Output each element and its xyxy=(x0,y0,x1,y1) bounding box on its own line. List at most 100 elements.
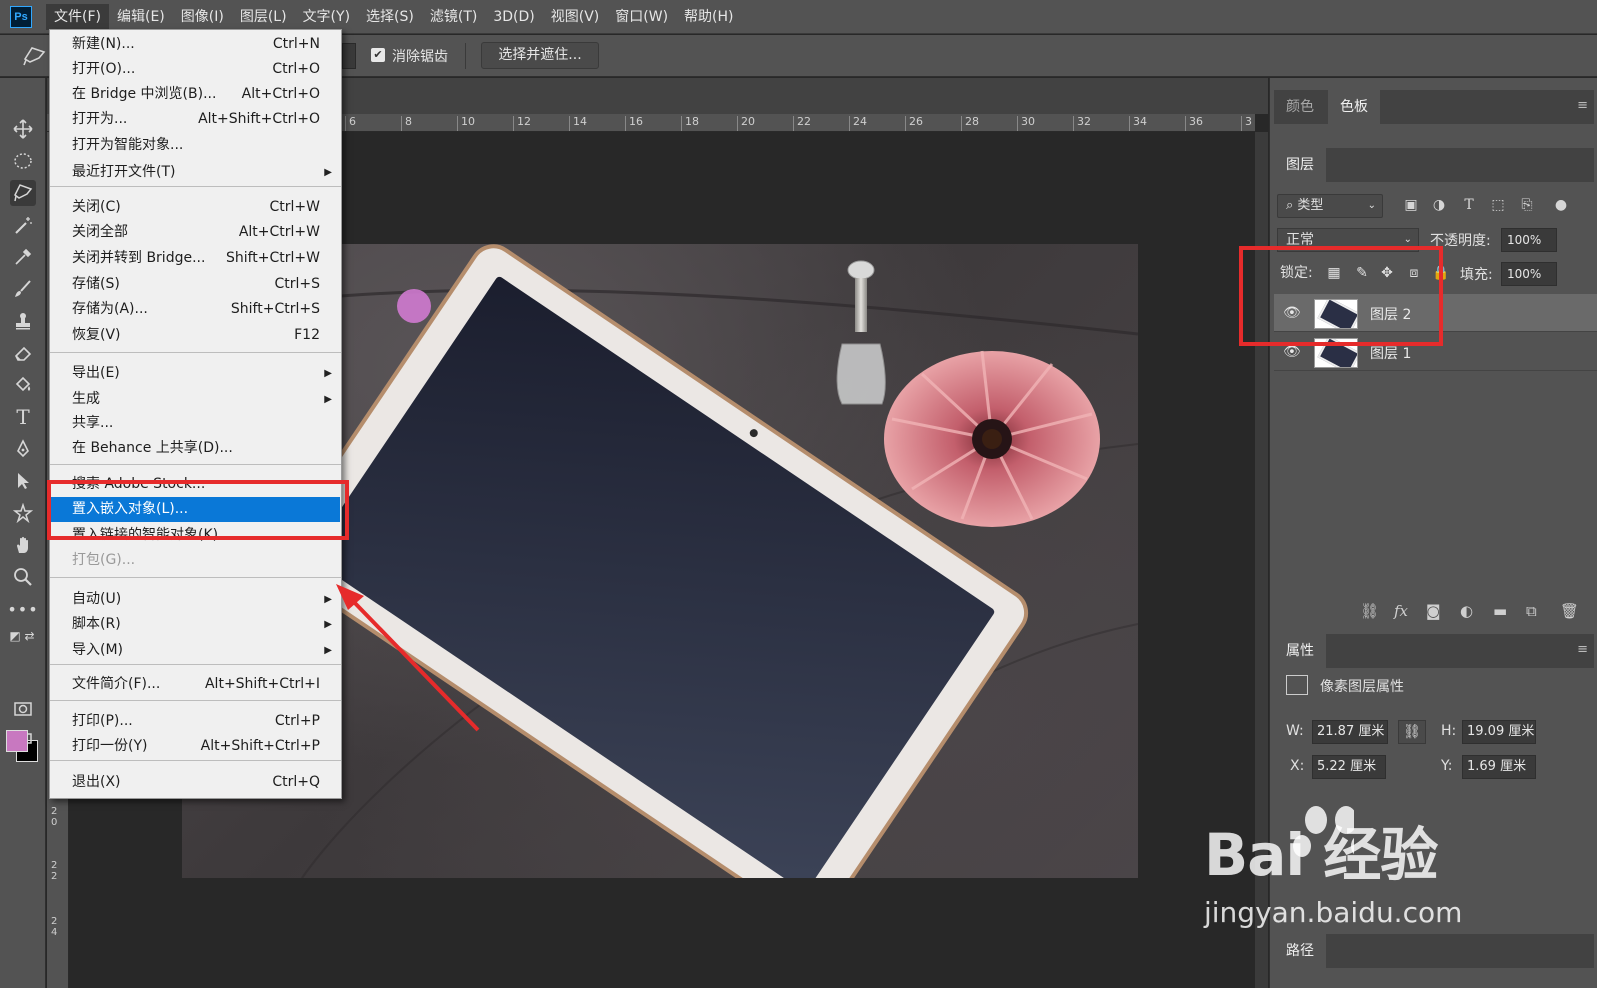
x-input[interactable]: 5.22 厘米 xyxy=(1312,755,1386,779)
ruler-tick: 24 xyxy=(849,116,867,131)
file-menu-item[interactable]: 共享... xyxy=(51,411,340,436)
type-filter-icon[interactable]: T xyxy=(1460,196,1478,214)
file-menu-item[interactable]: 打开为... Alt+Shift+Ctrl+O xyxy=(51,107,340,132)
ruler-tick: 22 xyxy=(793,116,811,131)
panel-menu-icon[interactable]: ≡ xyxy=(1577,98,1588,113)
path-select-icon[interactable] xyxy=(10,468,36,494)
properties-type-label: 像素图层属性 xyxy=(1320,679,1404,695)
paint-bucket-icon[interactable] xyxy=(10,372,36,398)
menu-item-shortcut: Ctrl+W xyxy=(269,199,320,215)
feather-field[interactable] xyxy=(342,43,356,69)
hand-icon[interactable] xyxy=(10,532,36,558)
shape-filter-icon[interactable]: ⬚ xyxy=(1489,196,1507,214)
tab-swatches[interactable]: 色板 xyxy=(1328,90,1380,124)
add-mask-icon[interactable]: ◙ xyxy=(1426,602,1441,620)
zoom-icon[interactable] xyxy=(10,564,36,590)
menu-top-item[interactable]: 窗口(W) xyxy=(607,4,676,30)
file-menu-item[interactable]: 退出(X) Ctrl+Q xyxy=(51,770,340,795)
submenu-arrow-icon: ▶ xyxy=(324,619,332,630)
link-dimensions-icon[interactable]: ⛓ xyxy=(1398,720,1426,744)
filter-toggle-icon[interactable]: ● xyxy=(1552,196,1570,214)
pen-icon[interactable] xyxy=(10,436,36,462)
group-folder-icon[interactable]: ▬ xyxy=(1493,602,1507,620)
fill-label: 填充: xyxy=(1460,267,1493,283)
file-menu-item[interactable]: 导出(E) ▶ xyxy=(51,361,340,386)
fill-input[interactable]: 100% xyxy=(1501,262,1557,286)
polygonal-lasso-icon[interactable] xyxy=(10,180,36,206)
more-tools-icon[interactable]: ••• xyxy=(7,596,37,622)
menu-top-item[interactable]: 滤镜(T) xyxy=(422,4,485,30)
pixel-filter-icon[interactable]: ▣ xyxy=(1402,196,1420,214)
fx-icon[interactable]: fx xyxy=(1394,602,1408,620)
width-input[interactable]: 21.87 厘米 xyxy=(1312,720,1388,744)
file-menu-item[interactable]: 关闭(C) Ctrl+W xyxy=(51,195,340,220)
antialias-checkbox[interactable]: ✔ xyxy=(371,48,385,62)
file-menu-item[interactable]: 关闭全部 Alt+Ctrl+W xyxy=(51,220,340,245)
eraser-icon[interactable] xyxy=(10,340,36,366)
menu-separator xyxy=(50,664,341,665)
stamp-icon[interactable] xyxy=(10,308,36,334)
menu-top-item[interactable]: 3D(D) xyxy=(485,4,542,30)
file-menu-item[interactable]: 在 Behance 上共享(D)... xyxy=(51,436,340,461)
tab-properties[interactable]: 属性 xyxy=(1274,634,1326,668)
menu-top-item[interactable]: 编辑(E) xyxy=(109,4,173,30)
file-menu-item[interactable]: 生成 ▶ xyxy=(51,387,340,412)
file-menu-item[interactable]: 存储(S) Ctrl+S xyxy=(51,272,340,297)
submenu-arrow-icon: ▶ xyxy=(324,394,332,405)
eye-icon[interactable]: 👁 xyxy=(1283,344,1301,360)
file-menu-item[interactable]: 导入(M) ▶ xyxy=(51,638,340,663)
tab-layers[interactable]: 图层 xyxy=(1274,148,1326,182)
delete-layer-icon[interactable]: 🗑 xyxy=(1560,602,1579,620)
menu-top-item[interactable]: 图像(I) xyxy=(173,4,232,30)
eyedropper-icon[interactable] xyxy=(10,244,36,270)
menu-top-item[interactable]: 文件(F) xyxy=(46,3,109,30)
menu-separator xyxy=(50,186,341,187)
menu-item-label: 打开为智能对象... xyxy=(72,137,184,153)
menu-top-item[interactable]: 图层(L) xyxy=(232,4,295,30)
file-menu-item[interactable]: 打印(P)... Ctrl+P xyxy=(51,709,340,734)
height-input[interactable]: 19.09 厘米 xyxy=(1462,720,1536,744)
ruler-tick: 16 xyxy=(625,116,643,131)
layer-filter-select[interactable]: ⌕ 类型 ⌄ xyxy=(1277,194,1383,218)
file-menu-item[interactable]: 自动(U) ▶ xyxy=(51,587,340,612)
adjustment-layer-icon[interactable]: ◐ xyxy=(1460,602,1473,620)
foreground-color-swatch[interactable] xyxy=(6,730,28,752)
y-input[interactable]: 1.69 厘米 xyxy=(1462,755,1536,779)
adjustment-filter-icon[interactable]: ◑ xyxy=(1430,196,1448,214)
file-menu-item[interactable]: 存储为(A)... Shift+Ctrl+S xyxy=(51,297,340,322)
new-layer-icon[interactable]: ⧉ xyxy=(1526,602,1537,620)
type-icon[interactable]: T xyxy=(10,404,36,430)
file-menu-item[interactable]: 关闭并转到 Bridge... Shift+Ctrl+W xyxy=(51,246,340,271)
smart-object-filter-icon[interactable]: ⎘ xyxy=(1518,196,1536,214)
file-menu-item[interactable]: 在 Bridge 中浏览(B)... Alt+Ctrl+O xyxy=(51,82,340,107)
layer-name: 图层 1 xyxy=(1370,346,1412,362)
file-menu-item[interactable]: 恢复(V) F12 xyxy=(51,323,340,348)
file-menu-item[interactable]: 文件简介(F)... Alt+Shift+Ctrl+I xyxy=(51,672,340,697)
opacity-input[interactable]: 100% xyxy=(1501,228,1557,252)
default-colors-icon[interactable]: ◩ ⇄ xyxy=(4,626,40,646)
custom-shape-icon[interactable] xyxy=(10,500,36,526)
antialias-label: 消除锯齿 xyxy=(392,49,448,65)
tab-color[interactable]: 颜色 xyxy=(1274,90,1326,124)
marquee-ellipse-icon[interactable] xyxy=(10,148,36,174)
link-layers-icon[interactable]: ⛓ xyxy=(1360,602,1379,620)
file-menu-item[interactable]: 脚本(R) ▶ xyxy=(51,612,340,637)
menu-top-item[interactable]: 选择(S) xyxy=(358,4,422,30)
file-menu-item[interactable]: 打印一份(Y) Alt+Shift+Ctrl+P xyxy=(51,734,340,759)
menu-item-shortcut: Ctrl+S xyxy=(274,276,320,292)
file-menu-item[interactable]: 打开为智能对象... xyxy=(51,133,340,158)
file-menu-item[interactable]: 新建(N)... Ctrl+N xyxy=(51,32,340,57)
menu-top-item[interactable]: 帮助(H) xyxy=(676,4,741,30)
file-menu-item[interactable]: 打开(O)... Ctrl+O xyxy=(51,57,340,82)
menu-top-item[interactable]: 视图(V) xyxy=(543,4,608,30)
menu-item-shortcut: Ctrl+Q xyxy=(272,774,320,790)
file-menu-item[interactable]: 最近打开文件(T) ▶ xyxy=(51,160,340,185)
quick-mask-icon[interactable] xyxy=(10,696,36,722)
brush-icon[interactable] xyxy=(10,276,36,302)
panel-menu-icon[interactable]: ≡ xyxy=(1577,642,1588,657)
select-and-mask-button[interactable]: 选择并遮住... xyxy=(481,42,599,69)
polygonal-lasso-icon[interactable] xyxy=(22,45,48,67)
magic-wand-icon[interactable] xyxy=(10,212,36,238)
menu-top-item[interactable]: 文字(Y) xyxy=(295,4,358,30)
move-icon[interactable] xyxy=(10,116,36,142)
